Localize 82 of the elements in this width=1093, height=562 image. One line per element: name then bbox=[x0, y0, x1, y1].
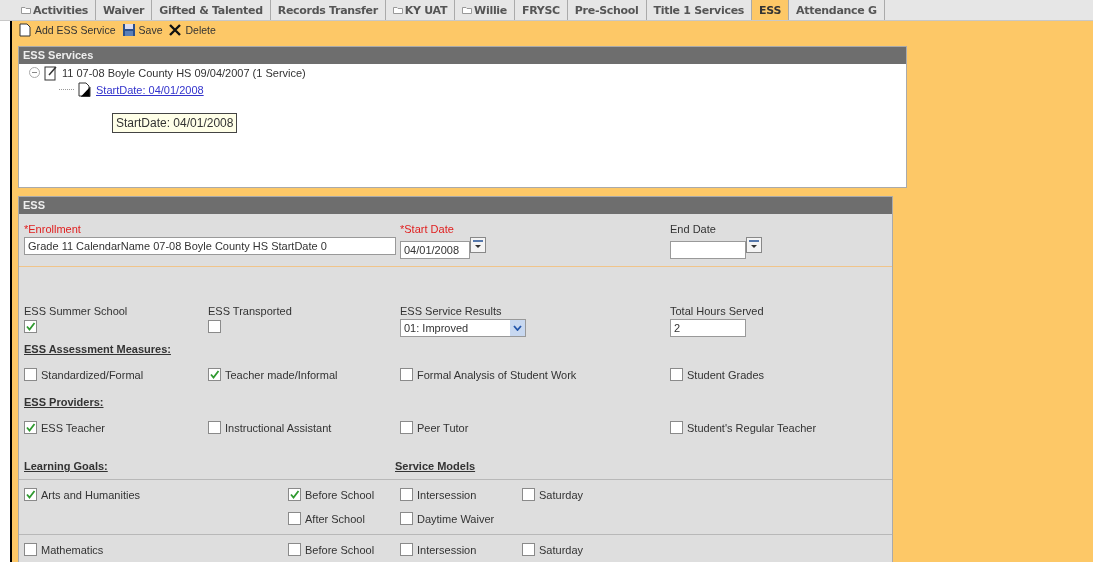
tooltip: StartDate: 04/01/2008 bbox=[112, 113, 238, 133]
checkbox[interactable] bbox=[208, 368, 221, 382]
tab[interactable]: Waiver bbox=[96, 0, 153, 20]
checkbox-label: Teacher made/Informal bbox=[225, 368, 338, 381]
checkbox-label: Standardized/Formal bbox=[41, 368, 144, 381]
tab[interactable]: Records Transfer bbox=[270, 0, 386, 20]
checkbox-label: Saturday bbox=[539, 543, 584, 556]
checkbox-label: Arts and Humanities bbox=[41, 488, 141, 501]
checkbox[interactable] bbox=[400, 488, 413, 502]
page-icon bbox=[18, 23, 32, 37]
checkbox[interactable] bbox=[400, 368, 413, 382]
folder-icon bbox=[462, 6, 473, 14]
checkbox[interactable] bbox=[288, 488, 301, 502]
date-field[interactable]: 04/01/2008 bbox=[400, 241, 470, 260]
tab[interactable]: Attendance G bbox=[789, 0, 885, 20]
checkbox[interactable] bbox=[522, 488, 535, 502]
enrollment-field[interactable]: Grade 11 CalendarName 07-08 Boyle County HS StartDate 0 bbox=[24, 237, 396, 255]
calendar-icon bbox=[470, 237, 486, 253]
panel-header: ESS Services bbox=[19, 47, 906, 64]
checkbox-label: Intersession bbox=[417, 543, 477, 556]
checkbox[interactable] bbox=[24, 421, 37, 435]
delete-button[interactable]: Delete bbox=[168, 23, 216, 37]
tab[interactable]: Willie bbox=[455, 0, 515, 20]
checkbox-label: Student's Regular Teacher bbox=[687, 421, 817, 434]
checkbox[interactable] bbox=[400, 512, 413, 526]
edit-document-icon bbox=[44, 64, 58, 81]
checkbox[interactable] bbox=[208, 421, 221, 435]
chevron-down-icon bbox=[513, 325, 522, 332]
tab[interactable]: Gifted & Talented bbox=[152, 0, 271, 20]
checkbox[interactable] bbox=[24, 319, 37, 333]
hours-field[interactable]: 2 bbox=[670, 319, 746, 338]
tree-item[interactable]: 11 07-08 Boyle County HS 09/04/2007 (1 Service) bbox=[62, 66, 306, 79]
tree-link[interactable]: StartDate: 04/01/2008 bbox=[96, 83, 204, 96]
checkbox-label: Daytime Waiver bbox=[417, 512, 495, 525]
checkbox[interactable] bbox=[400, 421, 413, 435]
field-label: ESS Service Results bbox=[400, 304, 503, 320]
save-button[interactable]: Save bbox=[121, 23, 163, 37]
results-dropdown[interactable]: 01: Improved bbox=[400, 319, 526, 338]
folder-icon bbox=[21, 6, 31, 14]
calendar-icon bbox=[746, 237, 762, 253]
add-button[interactable]: Add ESS Service bbox=[18, 23, 116, 37]
section-heading: Service Models bbox=[395, 459, 476, 475]
field-label: Total Hours Served bbox=[670, 304, 765, 320]
tab[interactable]: ESS bbox=[752, 0, 790, 20]
checkbox[interactable] bbox=[24, 543, 37, 557]
checkbox-label: After School bbox=[305, 512, 365, 525]
checkbox[interactable] bbox=[208, 319, 221, 333]
section-heading: Learning Goals: bbox=[24, 459, 109, 475]
date-field[interactable] bbox=[670, 241, 746, 260]
page-icon bbox=[78, 82, 92, 97]
field-label: ESS Transported bbox=[208, 304, 293, 320]
field-label: *Start Date bbox=[400, 222, 455, 237]
panel-header: ESS bbox=[19, 197, 892, 214]
checkbox[interactable] bbox=[670, 421, 683, 435]
field-label: End Date bbox=[670, 222, 717, 237]
checkbox-label: Peer Tutor bbox=[417, 421, 469, 434]
checkbox-label: Before School bbox=[305, 543, 375, 556]
checkbox-label: Instructional Assistant bbox=[225, 421, 332, 434]
section-heading: ESS Providers: bbox=[23, 395, 105, 411]
field-label: *Enrollment bbox=[24, 222, 82, 237]
checkbox-label: Student Grades bbox=[687, 368, 765, 381]
checkbox-label: Before School bbox=[305, 488, 375, 501]
checkbox[interactable] bbox=[670, 368, 683, 382]
checkbox-label: Intersession bbox=[417, 488, 477, 501]
x-icon bbox=[168, 23, 183, 37]
checkbox[interactable] bbox=[522, 543, 535, 557]
folder-icon bbox=[392, 6, 403, 14]
field-label: ESS Summer School bbox=[24, 304, 129, 320]
checkbox-label: Formal Analysis of Student Work bbox=[417, 368, 577, 381]
checkbox[interactable] bbox=[24, 488, 37, 502]
checkbox-label: Saturday bbox=[539, 488, 584, 501]
checkbox[interactable] bbox=[24, 368, 37, 382]
tab[interactable]: Pre-School bbox=[567, 0, 647, 20]
tab[interactable]: Activities bbox=[14, 0, 97, 20]
checkbox[interactable] bbox=[288, 512, 301, 526]
section-heading: ESS Assessment Measures: bbox=[23, 342, 172, 358]
checkbox-label: ESS Teacher bbox=[41, 421, 105, 434]
checkbox-label: Mathematics bbox=[41, 543, 104, 556]
tab[interactable]: FRYSC bbox=[515, 0, 568, 20]
checkbox[interactable] bbox=[288, 543, 301, 557]
tab[interactable]: KY UAT bbox=[385, 0, 456, 20]
checkbox[interactable] bbox=[400, 543, 413, 557]
